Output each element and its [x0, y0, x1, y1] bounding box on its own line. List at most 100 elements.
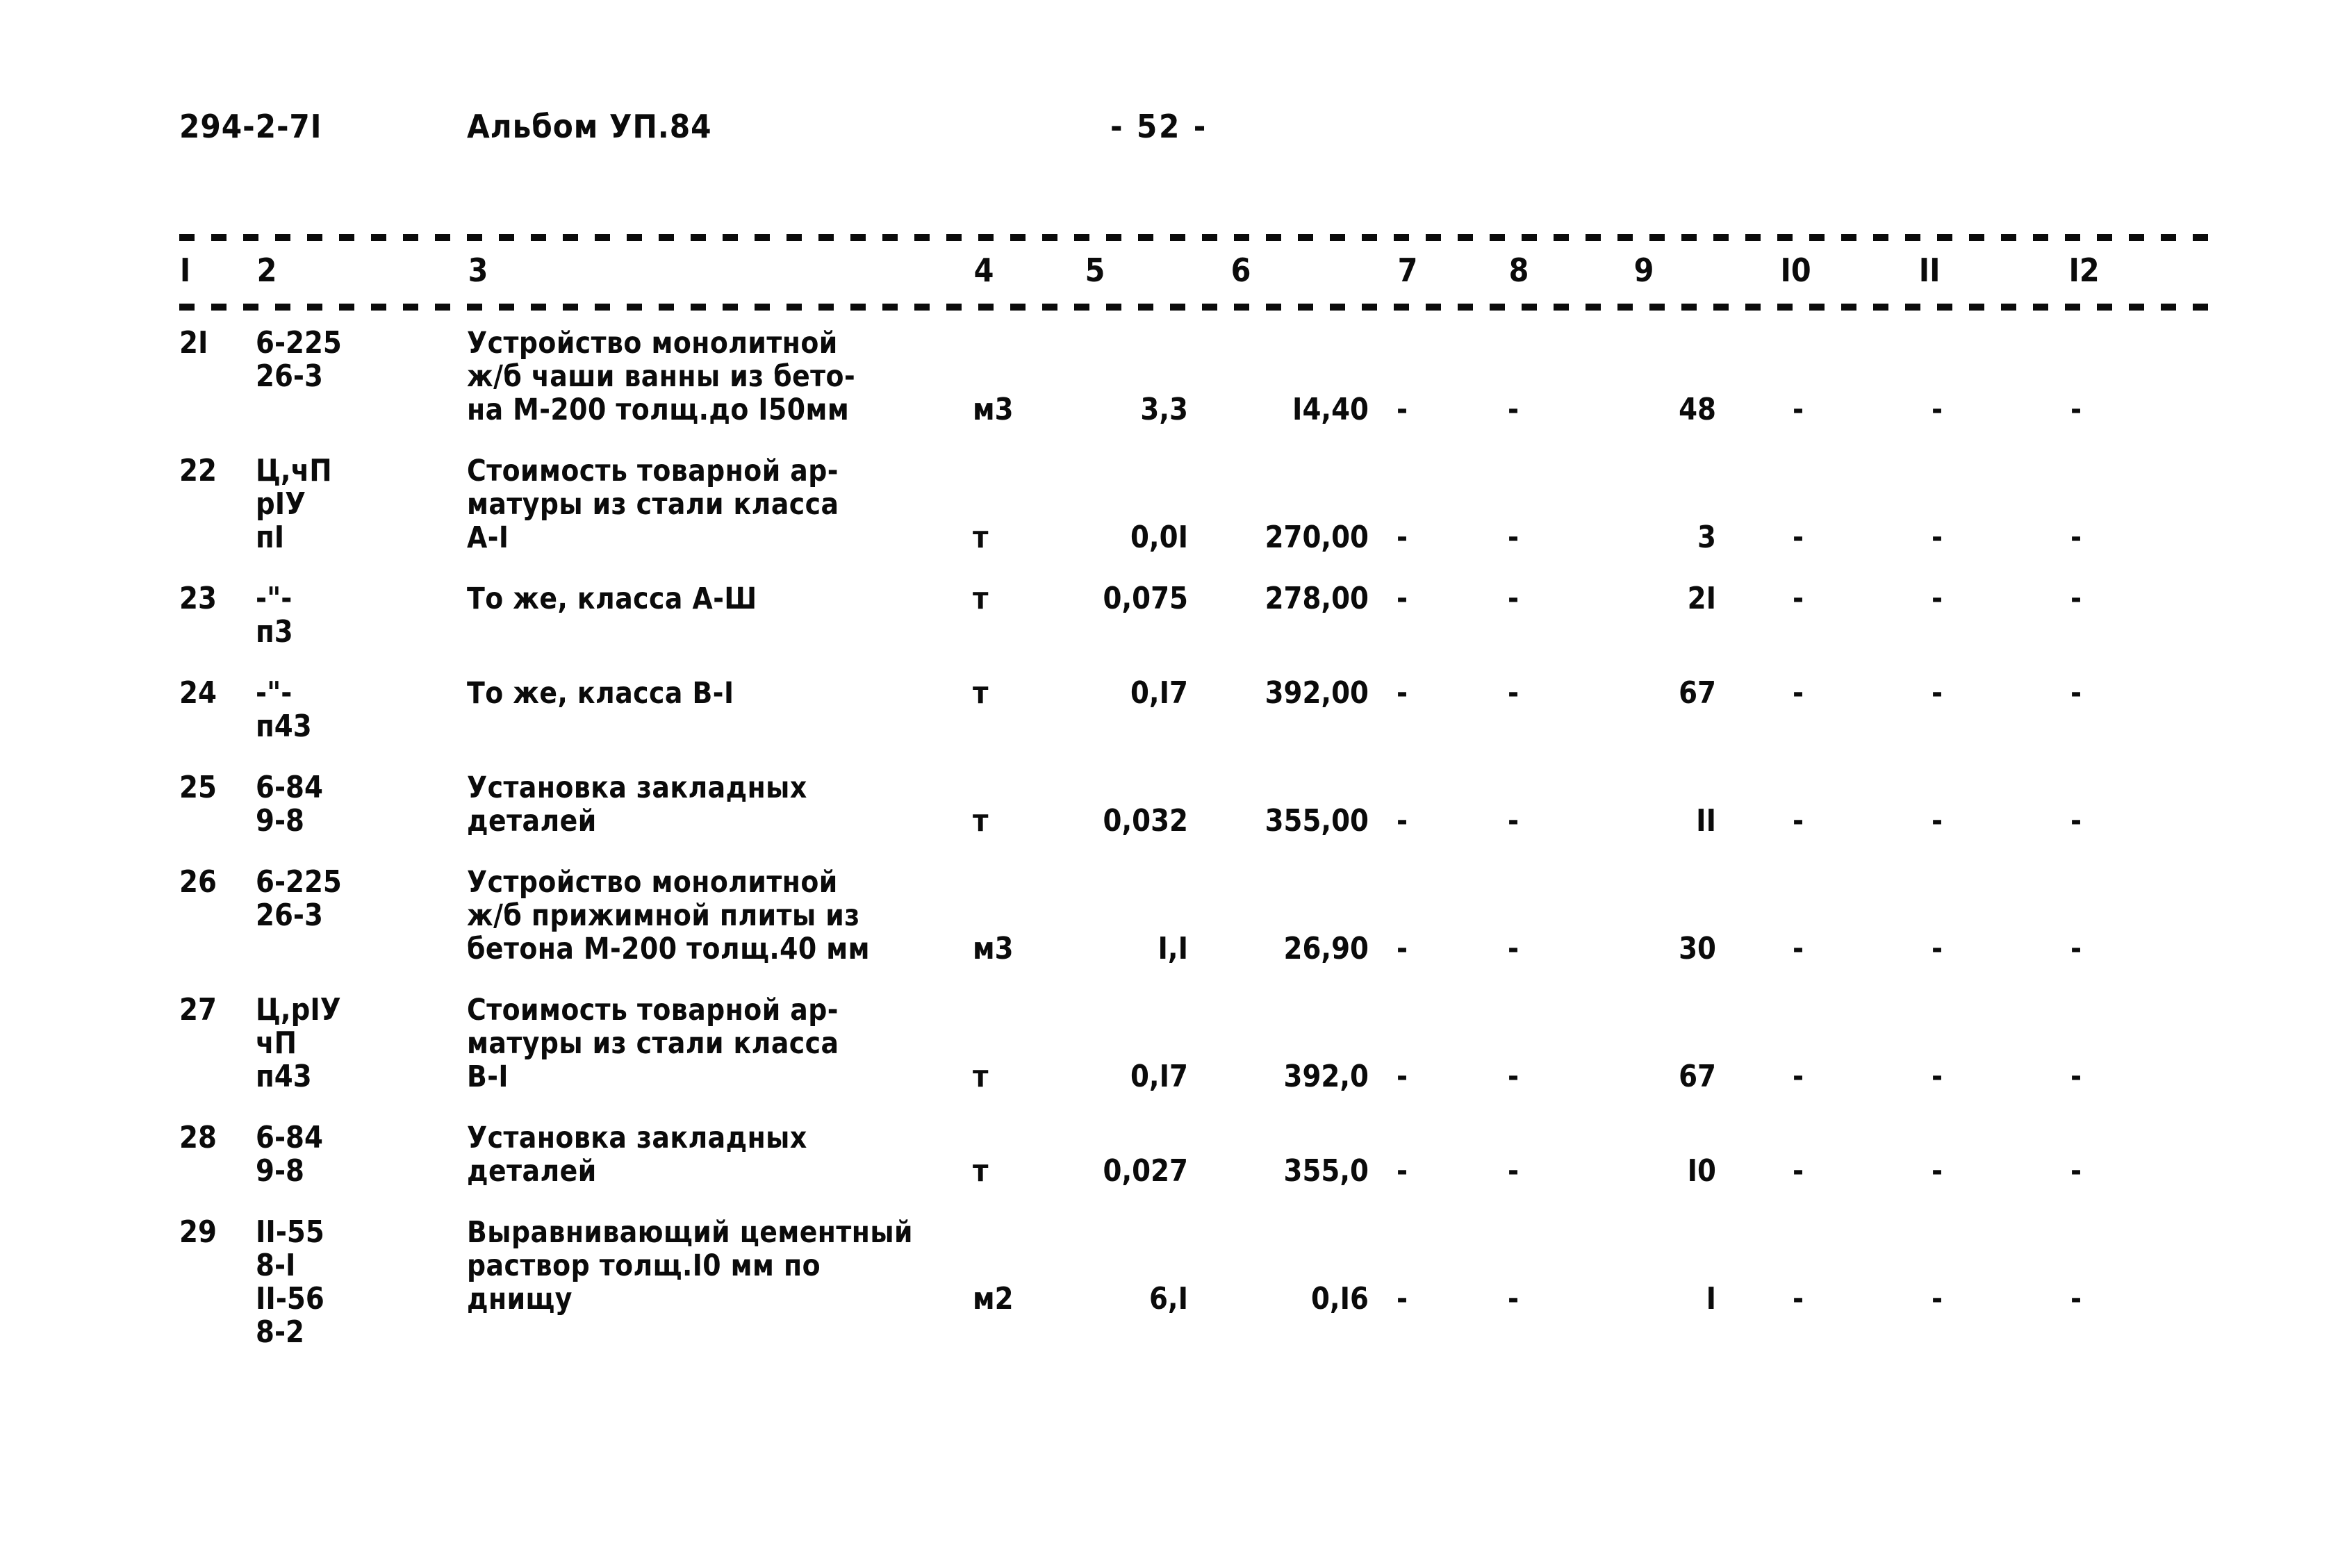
row-price-cell: 0,I6 [1310, 1281, 1369, 1317]
table-row: 2I 6-225 26-3 Устройство монолитной ж/б ча… [0, 327, 2347, 454]
row-code-cell: -"- п3 [256, 581, 293, 650]
row-description-cell: Установка закладных деталей [467, 1121, 807, 1189]
row-col11-cell: - [1932, 581, 1943, 616]
row-col7-cell: - [1397, 1059, 1408, 1094]
row-code-cell: II-55 8-I II-56 8-2 [256, 1214, 324, 1350]
column-number-1: I [179, 251, 191, 289]
row-col8-cell: - [1508, 803, 1520, 839]
table-row: 24 -"- п43 То же, класса В-I т 0,I7 392,00- -6… [0, 677, 2347, 771]
row-unit-cell: т [973, 675, 989, 711]
page-number: - 52 - [1110, 108, 1208, 145]
row-total-cell: II [1696, 803, 1716, 839]
row-col8-cell: - [1508, 931, 1520, 966]
row-total-cell: 30 [1679, 931, 1716, 966]
row-description-cell: Стоимость товарной ар- матуры из стали к… [467, 993, 839, 1094]
row-quantity-cell: 0,032 [1103, 803, 1188, 839]
row-col8-cell: - [1508, 675, 1520, 711]
table-top-rule [179, 234, 2215, 241]
row-col7-cell: - [1397, 520, 1408, 555]
column-number-10: I0 [1780, 251, 1811, 289]
row-quantity-cell: 0,0I [1130, 520, 1188, 555]
row-price-cell: 355,0 [1283, 1153, 1369, 1189]
column-number-6: 6 [1230, 251, 1251, 289]
row-unit-cell: м3 [973, 392, 1014, 427]
row-total-cell: 3 [1697, 520, 1716, 555]
row-unit-cell: т [973, 581, 989, 616]
row-col11-cell: - [1932, 520, 1943, 555]
row-col7-cell: - [1397, 803, 1408, 839]
table-row: 27 Ц,рIУ чП п43 Стоимость товарной ар- мат… [0, 993, 2347, 1121]
row-col12-cell: - [2070, 675, 2082, 711]
row-quantity-cell: 0,027 [1103, 1153, 1188, 1189]
column-number-2: 2 [256, 251, 277, 289]
row-col10-cell: - [1793, 675, 1804, 711]
row-col8-cell: - [1508, 520, 1520, 555]
row-col10-cell: - [1793, 1281, 1804, 1317]
row-number-cell: 25 [179, 770, 217, 805]
row-col11-cell: - [1932, 392, 1943, 427]
column-number-3: 3 [468, 251, 488, 289]
row-code-cell: -"- п43 [256, 675, 312, 744]
row-col12-cell: - [2070, 1059, 2082, 1094]
row-col12-cell: - [2070, 520, 2082, 555]
table-row: 22 Ц,чП рIУ пI Стоимость товарной ар- мату… [0, 454, 2347, 582]
row-description-cell: Устройство монолитной ж/б чаши ванны из … [467, 326, 856, 427]
row-col7-cell: - [1397, 675, 1408, 711]
row-quantity-cell: 3,3 [1140, 392, 1188, 427]
row-col11-cell: - [1932, 803, 1943, 839]
row-total-cell: 67 [1679, 1059, 1716, 1094]
row-total-cell: I [1706, 1281, 1716, 1317]
row-total-cell: 2I [1687, 581, 1716, 616]
row-col10-cell: - [1793, 803, 1804, 839]
row-number-cell: 22 [179, 453, 217, 488]
row-col8-cell: - [1508, 581, 1520, 616]
row-col12-cell: - [2070, 392, 2082, 427]
row-total-cell: I0 [1687, 1153, 1716, 1189]
row-unit-cell: м2 [973, 1281, 1014, 1317]
column-number-7: 7 [1397, 251, 1418, 289]
row-col8-cell: - [1508, 1281, 1520, 1317]
row-total-cell: 48 [1679, 392, 1716, 427]
row-code-cell: 6-225 26-3 [256, 864, 342, 933]
row-col12-cell: - [2070, 1281, 2082, 1317]
column-number-5: 5 [1085, 251, 1105, 289]
row-price-cell: 278,00 [1265, 581, 1369, 616]
column-number-8: 8 [1508, 251, 1529, 289]
row-price-cell: 26,90 [1283, 931, 1369, 966]
row-price-cell: 355,00 [1265, 803, 1369, 839]
column-number-11: II [1918, 251, 1941, 289]
column-number-9: 9 [1633, 251, 1654, 289]
row-col7-cell: - [1397, 581, 1408, 616]
row-unit-cell: т [973, 1153, 989, 1189]
row-code-cell: Ц,чП рIУ пI [256, 453, 332, 555]
row-price-cell: 392,00 [1265, 675, 1369, 711]
row-unit-cell: т [973, 520, 989, 555]
row-col12-cell: - [2070, 581, 2082, 616]
row-unit-cell: м3 [973, 931, 1014, 966]
row-col7-cell: - [1397, 1153, 1408, 1189]
table-header-rule [179, 304, 2215, 311]
row-number-cell: 27 [179, 992, 217, 1028]
row-description-cell: Устройство монолитной ж/б прижимной плит… [467, 865, 871, 966]
row-description-cell: То же, класса А-Ш [467, 581, 757, 616]
table-column-number-row: I 2 3 4 5 6 7 8 9 I0 II I2 [0, 251, 2347, 302]
row-col12-cell: - [2070, 1153, 2082, 1189]
row-col11-cell: - [1932, 1281, 1943, 1317]
row-col10-cell: - [1793, 1153, 1804, 1189]
row-code-cell: 6-84 9-8 [256, 1120, 323, 1189]
row-description-cell: То же, класса В-I [467, 676, 734, 711]
row-number-cell: 23 [179, 581, 217, 616]
row-col11-cell: - [1932, 675, 1943, 711]
row-col7-cell: - [1397, 392, 1408, 427]
table-row: 29 II-55 8-I II-56 8-2 Выравнивающий цемен… [0, 1216, 2347, 1377]
row-col10-cell: - [1793, 520, 1804, 555]
row-total-cell: 67 [1679, 675, 1716, 711]
row-code-cell: Ц,рIУ чП п43 [256, 992, 341, 1094]
row-col7-cell: - [1397, 931, 1408, 966]
column-number-4: 4 [973, 251, 994, 289]
row-col10-cell: - [1793, 1059, 1804, 1094]
row-number-cell: 26 [179, 864, 217, 900]
row-col12-cell: - [2070, 931, 2082, 966]
row-price-cell: 392,0 [1283, 1059, 1369, 1094]
row-number-cell: 28 [179, 1120, 217, 1155]
